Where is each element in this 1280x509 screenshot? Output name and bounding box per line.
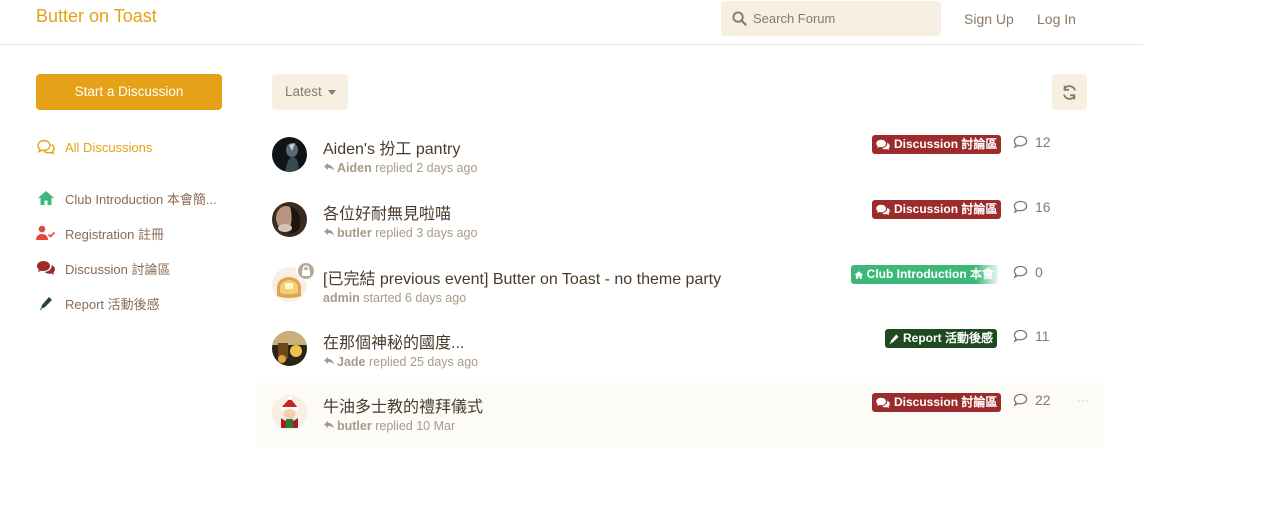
discussion-title[interactable]: Aiden's 扮工 pantry xyxy=(323,135,460,159)
refresh-icon xyxy=(1063,85,1076,100)
comments-icon xyxy=(36,138,56,156)
nav-label: Club Introduction 本會簡... xyxy=(65,191,217,207)
nav-club-introduction[interactable]: Club Introduction 本會簡... xyxy=(36,188,217,208)
nav-label: All Discussions xyxy=(65,139,153,155)
nav-label: Registration 註冊 xyxy=(65,226,164,242)
comments-icon xyxy=(876,397,890,408)
reply-count: 12 xyxy=(1013,134,1051,150)
discussion-time: 2 days ago xyxy=(416,161,478,175)
discussion-meta: Jade replied 25 days ago xyxy=(323,355,478,369)
discussion-user[interactable]: butler xyxy=(337,226,372,240)
discussion-action: started xyxy=(363,291,402,305)
discussion-user[interactable]: Jade xyxy=(337,355,366,369)
lock-badge xyxy=(296,261,316,281)
sort-label: Latest xyxy=(285,84,322,99)
tag-label: Discussion 討論區 xyxy=(894,137,998,151)
discussion-row[interactable]: [已完結 previous event] Butter on Toast - n… xyxy=(256,255,1104,319)
avatar[interactable] xyxy=(272,331,307,366)
avatar[interactable] xyxy=(272,395,307,430)
nav-label: Discussion 討論區 xyxy=(65,261,171,277)
discussion-title[interactable]: 各位好耐無見啦喵 xyxy=(323,200,451,224)
discussion-tag[interactable]: Report 活動後感 xyxy=(885,329,998,348)
home-icon xyxy=(854,270,864,279)
discussion-row[interactable]: 各位好耐無見啦喵 butler replied 3 days ago Discu… xyxy=(256,190,1104,254)
search-input[interactable] xyxy=(753,1,933,36)
home-icon xyxy=(36,189,56,207)
comment-icon xyxy=(1013,135,1028,149)
more-options-icon[interactable]: ⋮ xyxy=(1076,395,1090,405)
nav-all-discussions[interactable]: All Discussions xyxy=(36,137,152,157)
nav-label: Report 活動後感 xyxy=(65,296,160,312)
avatar[interactable] xyxy=(272,137,307,172)
site-logo[interactable]: Butter on Toast xyxy=(36,6,157,27)
discussion-action: replied xyxy=(375,161,413,175)
reply-count: 16 xyxy=(1013,199,1051,215)
reply-count-value: 0 xyxy=(1035,264,1043,280)
discussion-row[interactable]: 牛油多士教的禮拜儀式 butler replied 10 Mar Discuss… xyxy=(256,383,1104,447)
avatar[interactable] xyxy=(272,202,307,237)
discussion-time: 10 Mar xyxy=(416,419,456,433)
discussion-time: 3 days ago xyxy=(416,226,478,240)
reply-count: 22 xyxy=(1013,392,1051,408)
tag-label: Club Introduction 本會 xyxy=(866,267,994,281)
discussion-row[interactable]: 在那個神秘的國度... Jade replied 25 days ago Rep… xyxy=(256,319,1104,383)
comment-icon xyxy=(1013,329,1028,343)
reply-icon xyxy=(324,357,334,365)
discussion-tag[interactable]: Discussion 討論區 xyxy=(872,135,1002,154)
start-discussion-button[interactable]: Start a Discussion xyxy=(36,74,222,110)
discussion-row[interactable]: Aiden's 扮工 pantry Aiden replied 2 days a… xyxy=(256,125,1104,189)
discussion-user[interactable]: admin xyxy=(323,291,360,305)
comment-icon xyxy=(1013,393,1028,407)
header: Butter on Toast Sign Up Log In xyxy=(0,0,1143,45)
discussion-action: replied xyxy=(375,226,413,240)
discussion-action: replied xyxy=(375,419,413,433)
nav-discussion[interactable]: Discussion 討論區 xyxy=(36,258,170,278)
user-check-icon xyxy=(36,224,56,242)
discussion-tag[interactable]: Club Introduction 本會 xyxy=(851,265,998,284)
search-icon xyxy=(732,11,747,26)
discussion-user[interactable]: butler xyxy=(337,419,372,433)
reply-count-value: 11 xyxy=(1035,328,1050,344)
log-in-link[interactable]: Log In xyxy=(1037,11,1076,27)
reply-icon xyxy=(324,163,334,171)
comment-icon xyxy=(1013,200,1028,214)
reply-icon xyxy=(324,421,334,429)
tag-label: Discussion 討論區 xyxy=(894,202,998,216)
discussion-title[interactable]: 牛油多士教的禮拜儀式 xyxy=(323,393,483,417)
tag-label: Discussion 討論區 xyxy=(894,395,998,409)
discussion-tag[interactable]: Discussion 討論區 xyxy=(872,393,1002,412)
refresh-button[interactable] xyxy=(1052,74,1087,110)
reply-count-value: 22 xyxy=(1035,392,1051,408)
reply-count-value: 12 xyxy=(1035,134,1051,150)
discussion-user[interactable]: Aiden xyxy=(337,161,372,175)
reply-count: 11 xyxy=(1013,328,1050,344)
pen-icon xyxy=(889,334,899,345)
comments-icon xyxy=(876,204,890,215)
discussion-meta: admin started 6 days ago xyxy=(323,291,466,305)
reply-icon xyxy=(324,228,334,236)
comment-icon xyxy=(1013,265,1028,279)
comments-icon xyxy=(36,259,56,277)
caret-down-icon xyxy=(327,89,336,95)
lock-icon xyxy=(302,265,310,276)
discussion-title[interactable]: 在那個神秘的國度... xyxy=(323,329,464,353)
discussion-meta: butler replied 10 Mar xyxy=(323,419,455,433)
discussion-tag[interactable]: Discussion 討論區 xyxy=(872,200,1002,219)
discussion-action: replied xyxy=(368,355,407,369)
sort-dropdown[interactable]: Latest xyxy=(272,74,348,110)
reply-count: 0 xyxy=(1013,264,1043,280)
discussion-meta: butler replied 3 days ago xyxy=(323,226,477,240)
discussion-title[interactable]: [已完結 previous event] Butter on Toast - n… xyxy=(323,265,721,289)
pen-icon xyxy=(36,294,56,312)
comments-icon xyxy=(876,139,890,150)
nav-report[interactable]: Report 活動後感 xyxy=(36,293,160,313)
tag-label: Report 活動後感 xyxy=(903,331,994,345)
discussion-time: 6 days ago xyxy=(405,291,467,305)
discussion-time: 25 days ago xyxy=(410,355,479,369)
reply-count-value: 16 xyxy=(1035,199,1051,215)
search-box[interactable] xyxy=(721,1,941,36)
sign-up-link[interactable]: Sign Up xyxy=(964,11,1014,27)
nav-registration[interactable]: Registration 註冊 xyxy=(36,223,164,243)
discussion-meta: Aiden replied 2 days ago xyxy=(323,161,477,175)
